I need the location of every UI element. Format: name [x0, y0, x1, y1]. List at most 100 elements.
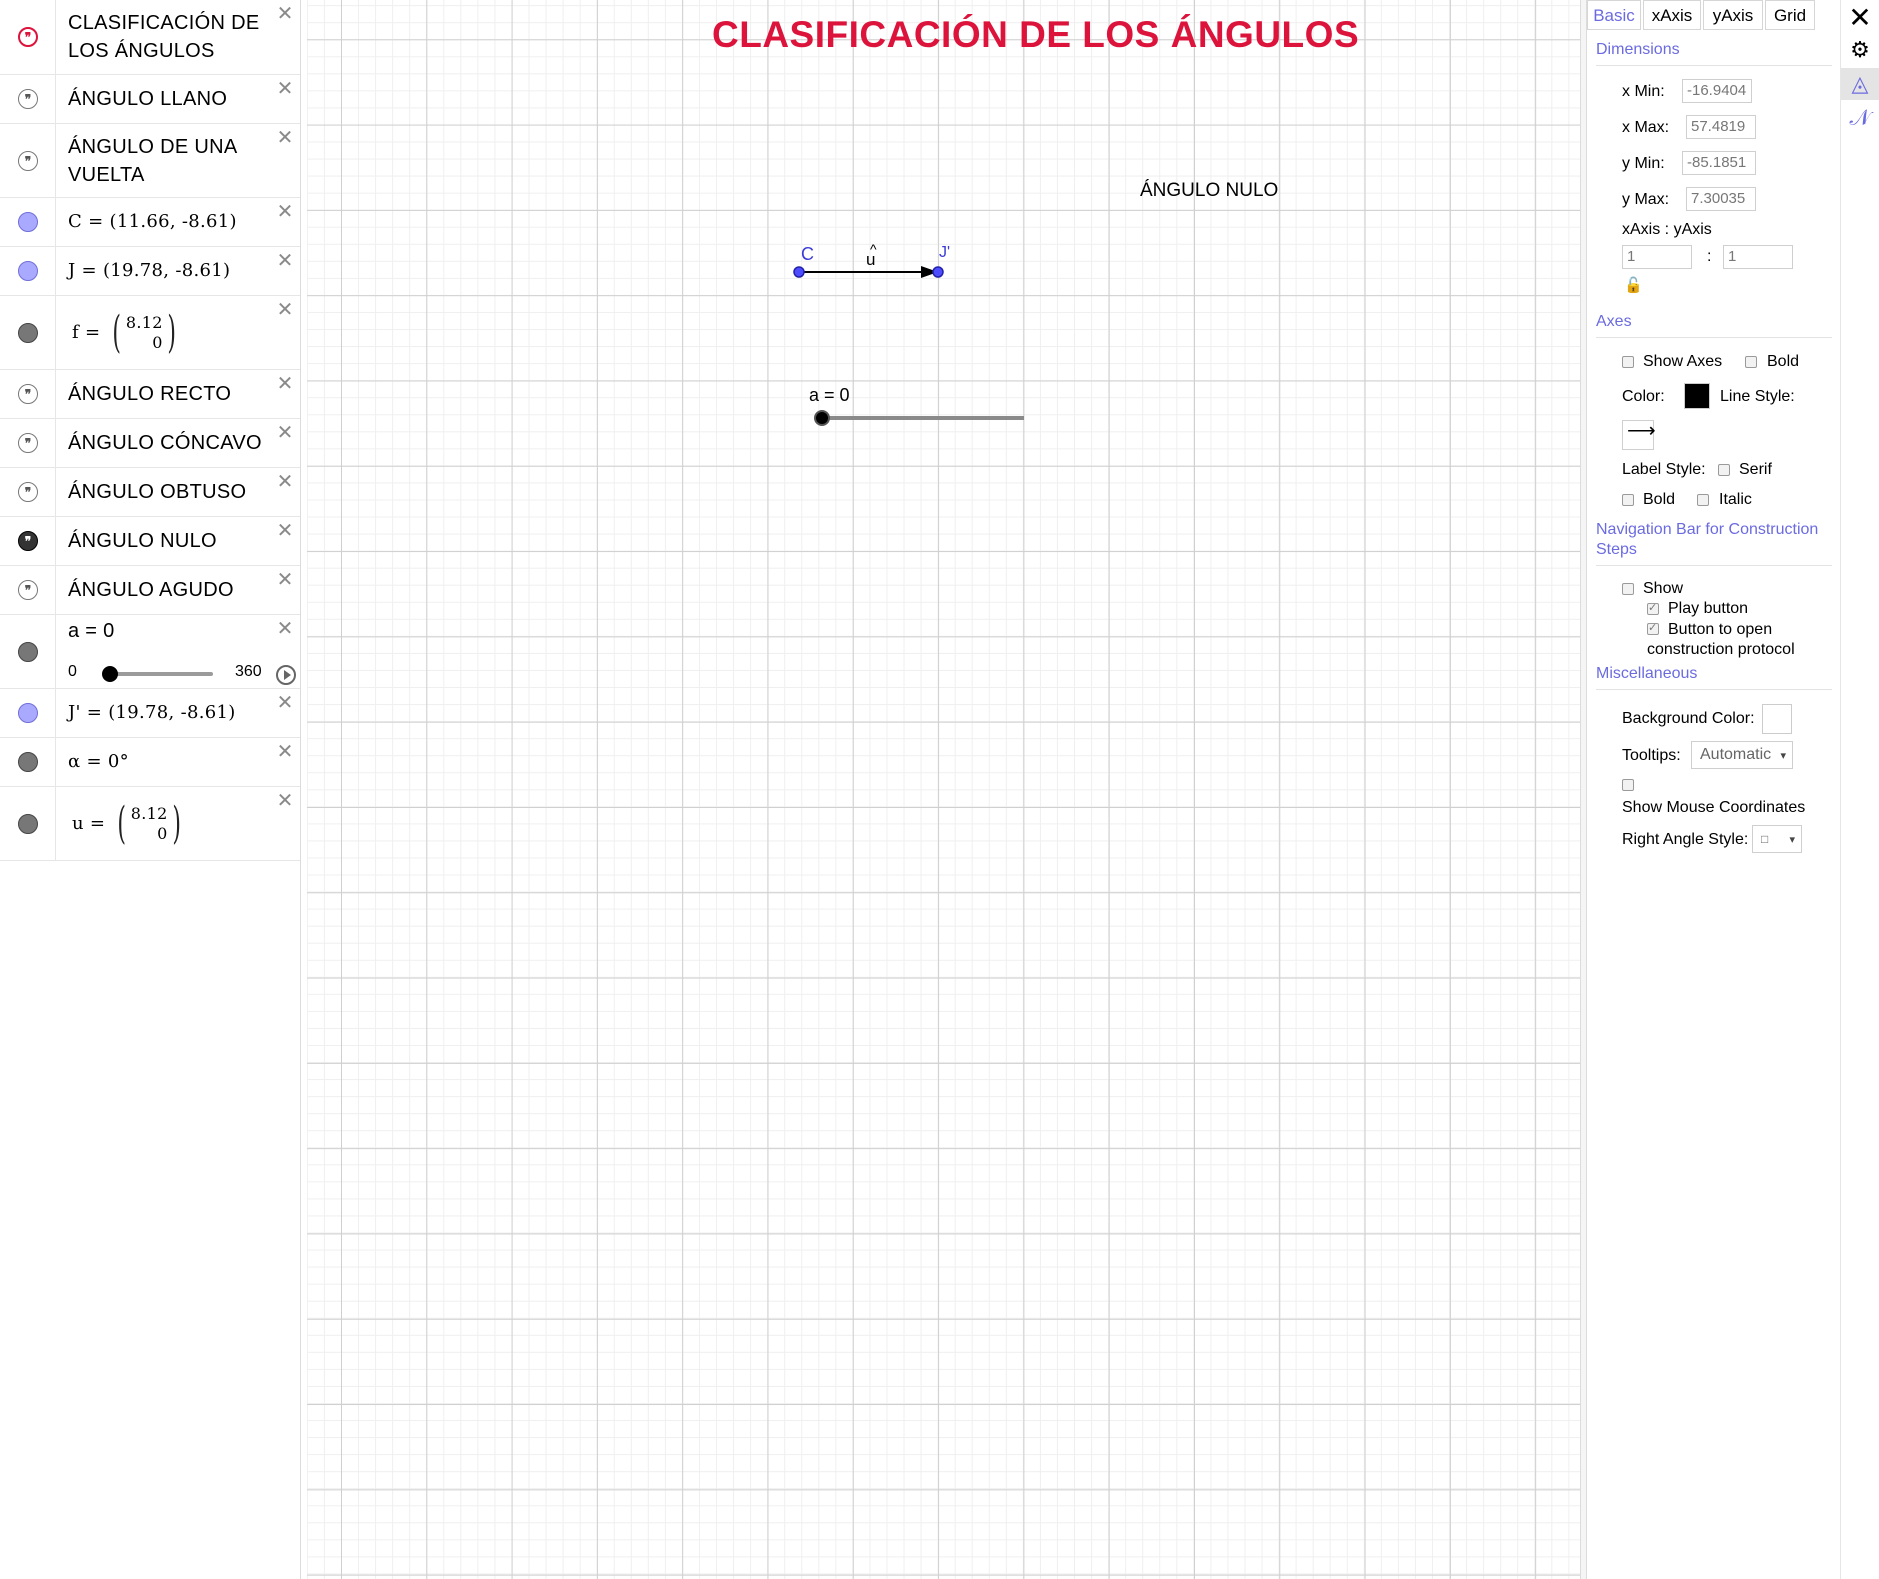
close-icon[interactable]: ✕ [276, 692, 294, 712]
mouse-coords-checkbox[interactable] [1622, 779, 1634, 791]
visibility-toggle[interactable] [0, 247, 56, 295]
tooltips-dropdown[interactable]: Automatic ▾ [1691, 741, 1793, 769]
visibility-toggle[interactable]: ❞ [0, 419, 56, 467]
algebra-item-content[interactable]: α = 0° [68, 738, 290, 786]
visibility-toggle[interactable] [0, 738, 56, 786]
visibility-toggle[interactable]: ❞ [0, 370, 56, 418]
slider-handle[interactable] [102, 666, 118, 682]
play-icon[interactable] [276, 665, 296, 685]
algebra-item-content[interactable]: ÁNGULO LLANO [68, 75, 290, 123]
close-icon[interactable]: ✕ [1841, 2, 1879, 34]
xmin-field[interactable]: -16.9404 [1682, 79, 1752, 103]
xmax-field[interactable]: 57.4819 [1686, 115, 1756, 139]
tab-yaxis[interactable]: yAxis [1703, 0, 1763, 30]
tab-basic[interactable]: Basic [1587, 0, 1641, 30]
ratio-y-field[interactable]: 1 [1723, 245, 1793, 269]
navbar-show-checkbox[interactable] [1622, 583, 1634, 595]
point-j-prime[interactable] [932, 266, 944, 278]
algebra-item-content[interactable]: ÁNGULO DE UNA VUELTA [68, 124, 290, 197]
visibility-toggle[interactable]: ❞ [0, 0, 56, 74]
close-icon[interactable]: ✕ [276, 127, 294, 147]
visibility-toggle[interactable] [0, 689, 56, 737]
visibility-toggle[interactable]: ❞ [0, 75, 56, 123]
algebra-item[interactable]: α = 0° ✕ [0, 738, 300, 787]
algebra-item[interactable]: ❞ ÁNGULO DE UNA VUELTA ✕ [0, 124, 300, 198]
gear-icon[interactable]: ⚙ [1841, 34, 1879, 66]
algebra-slider[interactable]: 0 360 [68, 661, 298, 685]
visibility-toggle[interactable] [0, 198, 56, 246]
algebra-item-content[interactable]: ÁNGULO CÓNCAVO [68, 419, 290, 467]
bg-color-swatch[interactable] [1762, 704, 1792, 734]
algebra-item-content[interactable]: ÁNGULO AGUDO [68, 566, 290, 614]
algebra-item[interactable]: C = (11.66, -8.61) ✕ [0, 198, 300, 247]
view-divider[interactable] [1580, 0, 1587, 1579]
visibility-toggle[interactable]: ❞ [0, 124, 56, 197]
algebra-item[interactable]: f = (8.12 0) ✕ [0, 296, 300, 370]
ymin-field[interactable]: -85.1851 [1682, 151, 1756, 175]
algebra-item-content[interactable]: ÁNGULO OBTUSO [68, 468, 290, 516]
close-icon[interactable]: ✕ [276, 422, 294, 442]
close-icon[interactable]: ✕ [276, 3, 294, 23]
close-icon[interactable]: ✕ [276, 78, 294, 98]
graphics-title[interactable]: CLASIFICACIÓN DE LOS ÁNGULOS [712, 14, 1359, 56]
visibility-toggle[interactable]: ❞ [0, 517, 56, 565]
close-icon[interactable]: ✕ [276, 741, 294, 761]
close-icon[interactable]: ✕ [276, 250, 294, 270]
lock-icon[interactable]: 🔓 [1624, 276, 1643, 294]
close-icon[interactable]: ✕ [276, 373, 294, 393]
visibility-toggle[interactable]: ❞ [0, 468, 56, 516]
algebra-item-content[interactable]: J = (19.78, -8.61) [68, 247, 290, 295]
angulo-nulo-label[interactable]: ÁNGULO NULO [1140, 180, 1278, 202]
bold-label-checkbox[interactable] [1622, 494, 1634, 506]
algebra-item[interactable]: ❞ CLASIFICACIÓN DE LOS ÁNGULOS ✕ [0, 0, 300, 75]
algebra-item-content[interactable]: ÁNGULO NULO [68, 517, 290, 565]
algebra-item-content[interactable]: u = (8.12 0) [68, 787, 290, 860]
ymax-field[interactable]: 7.30035 [1686, 187, 1756, 211]
algebra-item[interactable]: ❞ ÁNGULO OBTUSO ✕ [0, 468, 300, 517]
slider-track[interactable] [108, 672, 213, 676]
visibility-toggle[interactable] [0, 296, 56, 369]
algebra-item-content[interactable]: J' = (19.78, -8.61) [68, 689, 290, 737]
play-button-checkbox[interactable] [1647, 601, 1659, 615]
graphics-canvas[interactable]: ^ [307, 0, 1580, 1579]
algebra-item-content[interactable]: CLASIFICACIÓN DE LOS ÁNGULOS [68, 0, 290, 74]
point-c[interactable] [793, 266, 805, 278]
algebra-item[interactable]: J' = (19.78, -8.61) ✕ [0, 689, 300, 738]
visibility-toggle[interactable] [0, 615, 56, 688]
show-axes-checkbox[interactable] [1622, 356, 1634, 368]
close-icon[interactable]: ✕ [276, 471, 294, 491]
algebra-item[interactable]: ❞ ÁNGULO AGUDO ✕ [0, 566, 300, 615]
algebra-item[interactable]: ❞ ÁNGULO LLANO ✕ [0, 75, 300, 124]
algebra-item[interactable]: a = 0 0 360 ✕ [0, 615, 300, 689]
close-icon[interactable]: ✕ [276, 569, 294, 589]
algebra-item-content[interactable]: f = (8.12 0) [68, 296, 290, 369]
visibility-toggle[interactable]: ❞ [0, 566, 56, 614]
algebra-item-content[interactable]: C = (11.66, -8.61) [68, 198, 290, 246]
algebra-item[interactable]: ❞ ÁNGULO RECTO ✕ [0, 370, 300, 419]
line-style-button[interactable]: ⟶ [1622, 420, 1656, 450]
close-icon[interactable]: ✕ [276, 520, 294, 540]
italic-checkbox[interactable] [1697, 494, 1709, 506]
ratio-x-field[interactable]: 1 [1622, 245, 1692, 269]
close-icon[interactable]: ✕ [276, 790, 294, 810]
visibility-toggle[interactable] [0, 787, 56, 860]
bold-axes-checkbox[interactable] [1745, 356, 1757, 368]
close-icon[interactable]: ✕ [276, 299, 294, 319]
algebra-item[interactable]: ❞ ÁNGULO CÓNCAVO ✕ [0, 419, 300, 468]
close-icon[interactable]: ✕ [276, 201, 294, 221]
algebra-item[interactable]: J = (19.78, -8.61) ✕ [0, 247, 300, 296]
graphics-view[interactable]: ^ CLASIFICACIÓN DE LOS ÁNGULOS ÁNGULO NU… [307, 0, 1580, 1579]
algebra-item[interactable]: u = (8.12 0) ✕ [0, 787, 300, 861]
algebra-item-content[interactable]: ÁNGULO RECTO [68, 370, 290, 418]
play-button-label: Play button [1668, 600, 1749, 617]
tab-grid[interactable]: Grid [1765, 0, 1815, 30]
slider-a-knob[interactable] [814, 410, 830, 426]
axes-color-swatch[interactable] [1684, 383, 1710, 409]
algebra-view-icon[interactable]: 𝒩 [1841, 102, 1879, 134]
serif-checkbox[interactable] [1718, 464, 1730, 476]
right-angle-dropdown[interactable]: □ ▾ [1752, 825, 1802, 853]
graphics-view-icon[interactable]: ◬ [1841, 68, 1879, 100]
close-icon[interactable]: ✕ [276, 618, 294, 638]
algebra-item[interactable]: ❞ ÁNGULO NULO ✕ [0, 517, 300, 566]
tab-xaxis[interactable]: xAxis [1643, 0, 1701, 30]
